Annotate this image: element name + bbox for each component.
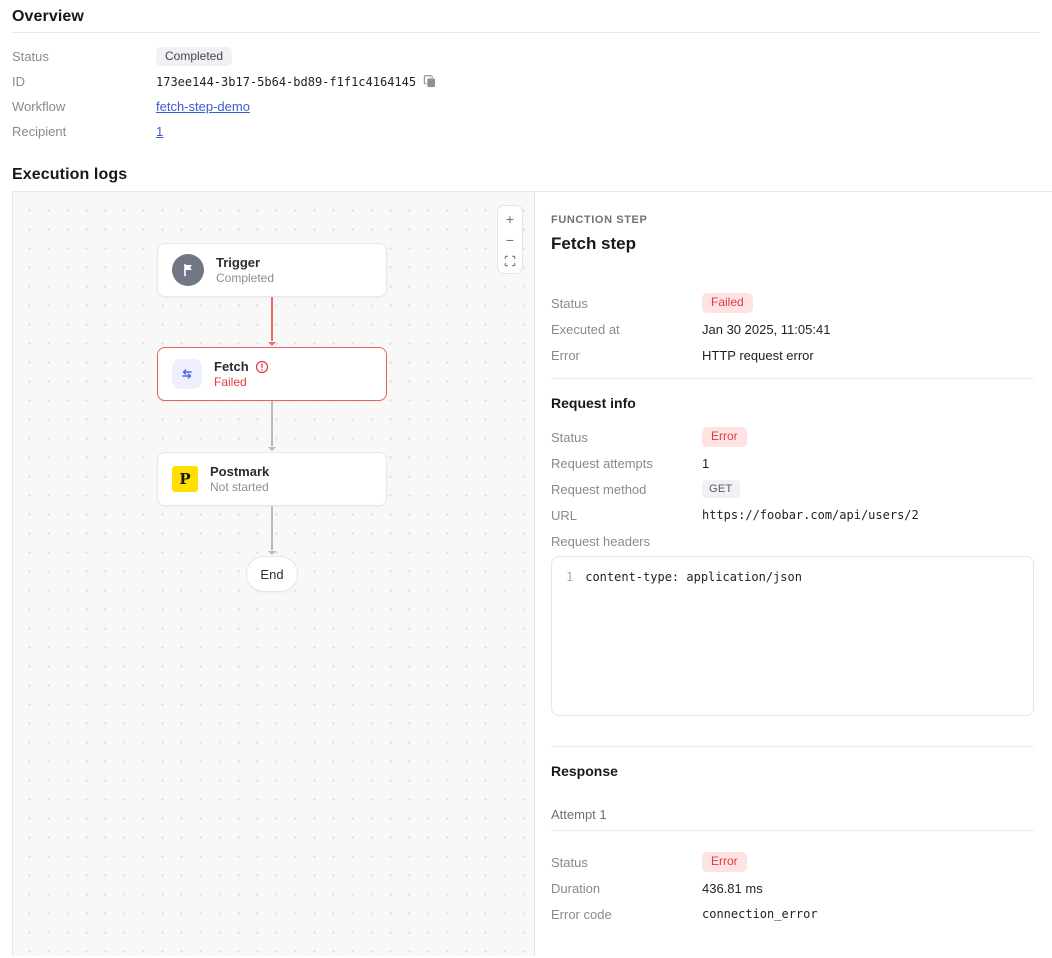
response-status-row: Status Error <box>551 849 1034 875</box>
overview-fields: Status Completed ID 173ee144-3b17-5b64-b… <box>12 44 1040 144</box>
node-status: Failed <box>214 375 269 389</box>
error-code-value: connection_error <box>702 907 818 921</box>
error-warning-icon <box>255 360 269 374</box>
executed-at-label: Executed at <box>551 322 702 337</box>
error-value: HTTP request error <box>702 348 814 363</box>
line-number: 1 <box>566 570 573 584</box>
execution-details-page: Overview Status Completed ID 173ee144-3b… <box>0 0 1052 958</box>
step-status-row: Status Failed <box>551 290 1034 316</box>
edge-postmark-end <box>271 506 273 550</box>
recipient-label: Recipient <box>12 124 156 139</box>
node-status: Not started <box>210 480 269 494</box>
zoom-in-button[interactable]: + <box>500 209 520 228</box>
node-text: Trigger Completed <box>216 255 274 285</box>
request-attempts-value: 1 <box>702 456 709 471</box>
header-line-text: content-type: application/json <box>585 570 802 584</box>
divider <box>551 746 1034 747</box>
workflow-label: Workflow <box>12 99 156 114</box>
overview-title: Overview <box>12 8 1040 26</box>
node-fetch[interactable]: Fetch Failed <box>157 347 387 401</box>
step-status-badge: Failed <box>702 293 753 313</box>
node-postmark[interactable]: P Postmark Not started <box>157 452 387 506</box>
copy-id-button[interactable] <box>423 75 436 88</box>
executed-at-value: Jan 30 2025, 11:05:41 <box>702 322 830 337</box>
request-method-row: Request method GET <box>551 476 1034 502</box>
request-headers-label: Request headers <box>551 534 702 549</box>
status-label: Status <box>551 855 702 870</box>
request-attempts-row: Request attempts 1 <box>551 450 1034 476</box>
divider <box>551 830 1034 831</box>
edge-trigger-fetch <box>271 297 273 341</box>
overview-section: Overview Status Completed ID 173ee144-3b… <box>0 0 1052 144</box>
overview-status-row: Status Completed <box>12 44 1040 69</box>
node-status: Completed <box>216 271 274 285</box>
response-fields: Status Error Duration 436.81 ms Error co… <box>551 849 1034 927</box>
workflow-link[interactable]: fetch-step-demo <box>156 99 250 114</box>
fit-view-icon <box>504 255 516 267</box>
request-method-badge: GET <box>702 480 740 498</box>
edge-fetch-postmark <box>271 401 273 446</box>
id-label: ID <box>12 74 156 89</box>
trigger-flag-icon <box>172 254 204 286</box>
error-label: Error <box>551 348 702 363</box>
fit-view-button[interactable] <box>500 251 520 270</box>
node-title: Postmark <box>210 464 269 479</box>
step-summary: Status Failed Executed at Jan 30 2025, 1… <box>551 290 1034 368</box>
request-headers-row: Request headers <box>551 528 1034 554</box>
node-trigger[interactable]: Trigger Completed <box>157 243 387 297</box>
request-method-label: Request method <box>551 482 702 497</box>
duration-value: 436.81 ms <box>702 881 763 896</box>
status-badge: Completed <box>156 47 232 67</box>
status-label: Status <box>551 296 702 311</box>
overview-workflow-row: Workflow fetch-step-demo <box>12 94 1040 119</box>
zoom-out-button[interactable]: − <box>500 230 520 249</box>
request-info-fields: Status Error Request attempts 1 Request … <box>551 424 1034 554</box>
url-value: https://foobar.com/api/users/2 <box>702 508 919 522</box>
duration-row: Duration 436.81 ms <box>551 875 1034 901</box>
status-label: Status <box>12 49 156 64</box>
code-line: 1 content-type: application/json <box>566 570 1019 584</box>
error-code-label: Error code <box>551 907 702 922</box>
response-title: Response <box>551 763 1034 779</box>
url-row: URL https://foobar.com/api/users/2 <box>551 502 1034 528</box>
error-row: Error HTTP request error <box>551 342 1034 368</box>
step-title: Fetch step <box>551 234 1034 254</box>
step-type-kicker: FUNCTION STEP <box>551 214 1034 226</box>
url-label: URL <box>551 508 702 523</box>
request-status-row: Status Error <box>551 424 1034 450</box>
request-attempts-label: Request attempts <box>551 456 702 471</box>
request-info-title: Request info <box>551 395 1034 411</box>
divider <box>551 378 1034 379</box>
execution-logs-title: Execution logs <box>12 166 1040 184</box>
canvas-controls: + − <box>497 205 523 274</box>
copy-icon <box>423 75 436 88</box>
duration-label: Duration <box>551 881 702 896</box>
postmark-logo-icon: P <box>172 466 198 492</box>
node-title: Trigger <box>216 255 260 270</box>
request-headers-code-block[interactable]: 1 content-type: application/json <box>551 556 1034 716</box>
step-detail-panel: FUNCTION STEP Fetch step Status Failed E… <box>535 192 1052 956</box>
attempt-label: Attempt 1 <box>551 807 1034 822</box>
overview-recipient-row: Recipient 1 <box>12 119 1040 144</box>
executed-at-row: Executed at Jan 30 2025, 11:05:41 <box>551 316 1034 342</box>
response-status-badge: Error <box>702 852 747 872</box>
workflow-canvas[interactable]: + − Trigger <box>12 192 535 956</box>
execution-logs-container: + − Trigger <box>12 191 1052 956</box>
node-title: Fetch <box>214 359 249 374</box>
node-text: Postmark Not started <box>210 464 269 494</box>
status-label: Status <box>551 430 702 445</box>
recipient-link[interactable]: 1 <box>156 124 163 139</box>
divider <box>12 32 1040 33</box>
node-text: Fetch Failed <box>214 359 269 389</box>
request-status-badge: Error <box>702 427 747 447</box>
error-code-row: Error code connection_error <box>551 901 1034 927</box>
swap-arrows-icon <box>172 359 202 389</box>
node-end: End <box>246 556 298 592</box>
id-value: 173ee144-3b17-5b64-bd89-f1f1c4164145 <box>156 75 416 89</box>
overview-id-row: ID 173ee144-3b17-5b64-bd89-f1f1c4164145 <box>12 69 1040 94</box>
